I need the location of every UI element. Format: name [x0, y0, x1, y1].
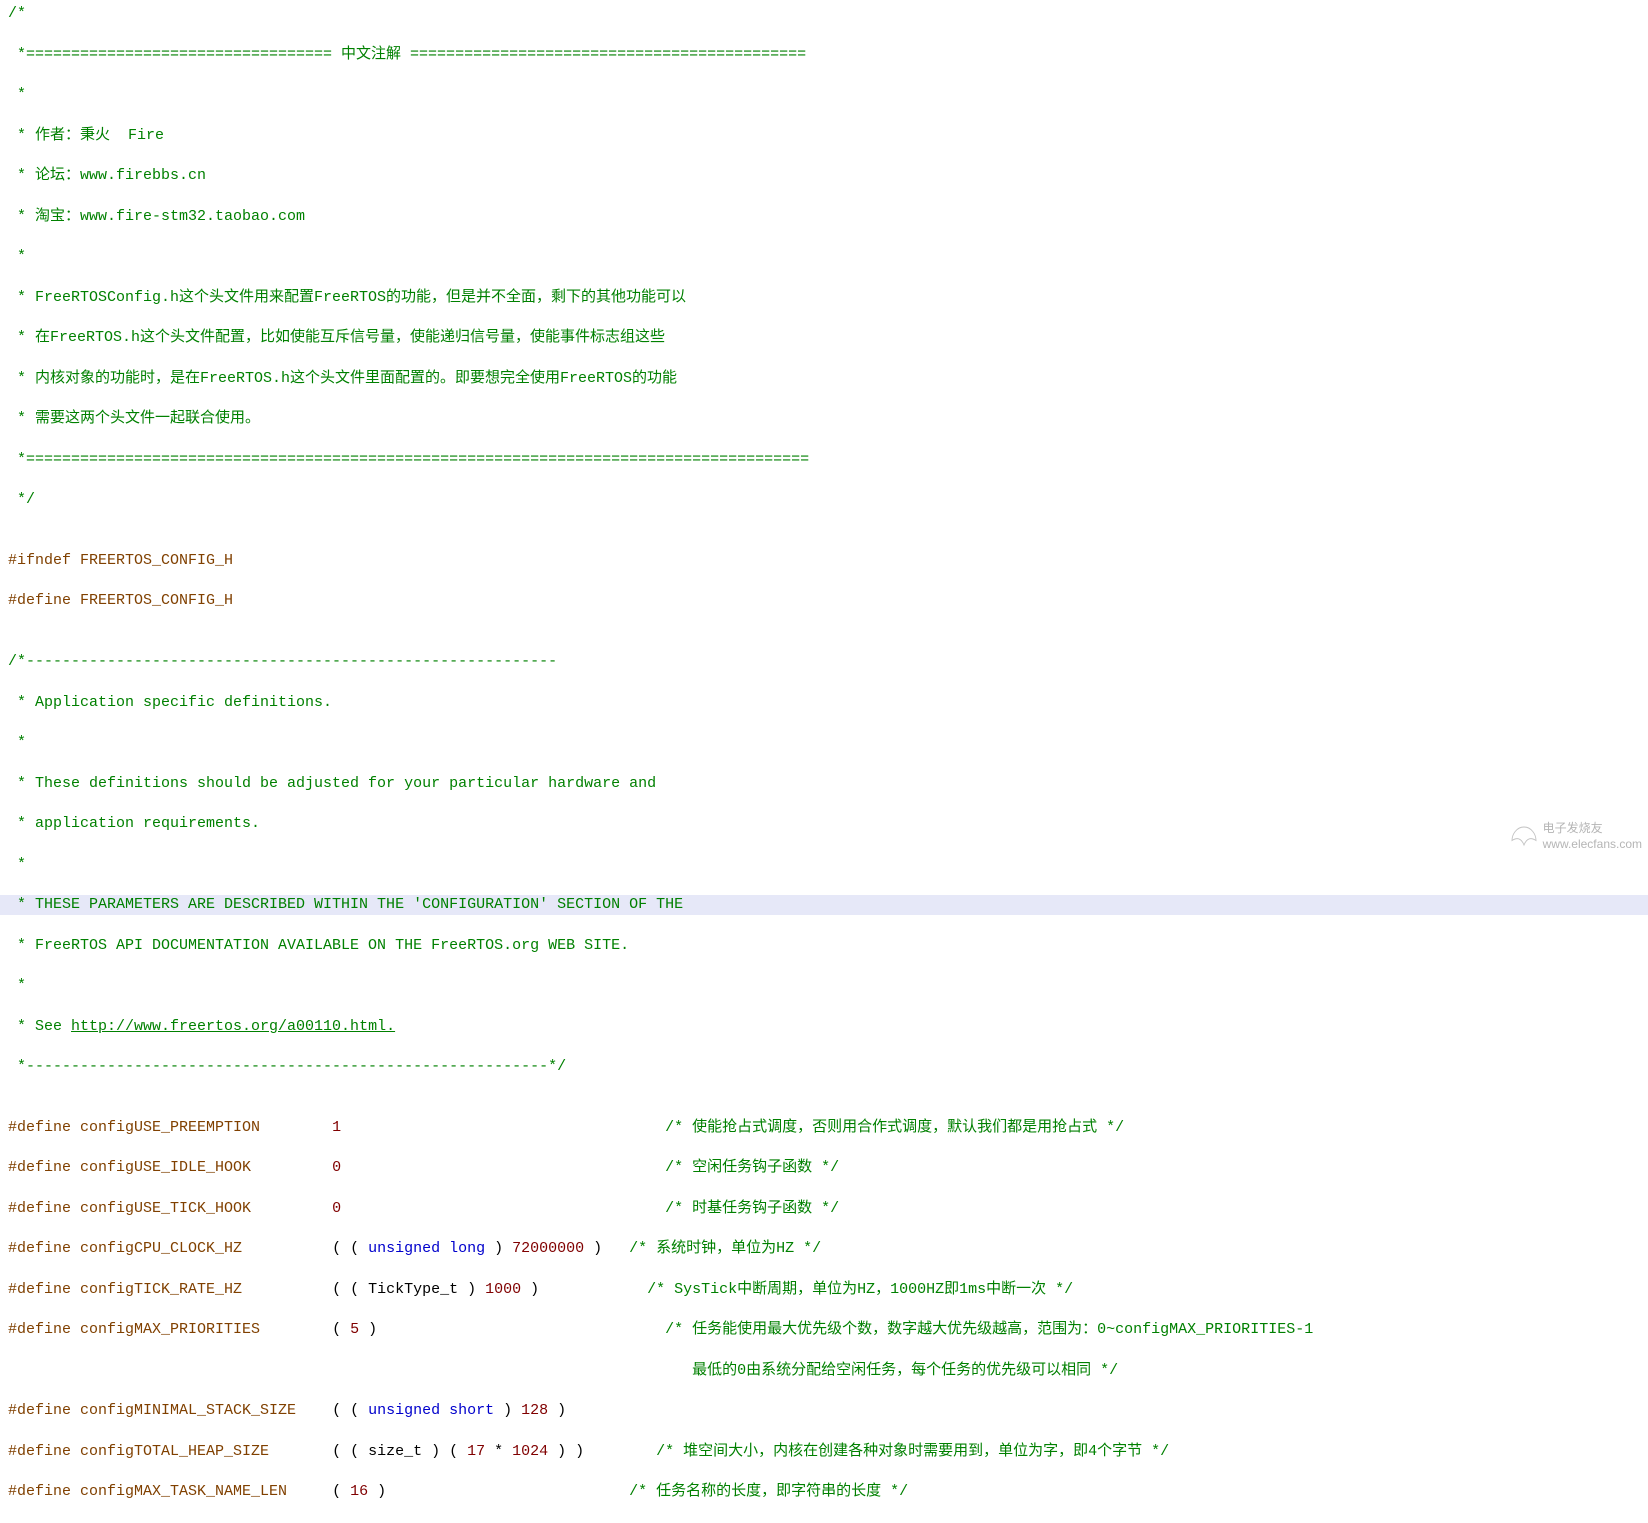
code-line: *---------------------------------------… — [0, 1057, 1648, 1077]
code-line: * THESE PARAMETERS ARE DESCRIBED WITHIN … — [0, 895, 1648, 915]
code-line: #define configTOTAL_HEAP_SIZE ( ( size_t… — [0, 1442, 1648, 1462]
code-line: #define configMAX_TASK_NAME_LEN ( 16 ) /… — [0, 1482, 1648, 1502]
code-line: * — [0, 85, 1648, 105]
code-editor-view: /* *================================== 中… — [0, 0, 1648, 1523]
code-line: * FreeRTOS API DOCUMENTATION AVAILABLE O… — [0, 936, 1648, 956]
watermark-text-2: www.elecfans.com — [1543, 836, 1642, 852]
page-watermark: 电子发烧友 www.elecfans.com — [1509, 820, 1642, 852]
code-line: * FreeRTOSConfig.h这个头文件用来配置FreeRTOS的功能，但… — [0, 288, 1648, 308]
code-line: * Application specific definitions. — [0, 693, 1648, 713]
code-line: * 需要这两个头文件一起联合使用。 — [0, 409, 1648, 429]
watermark-text-1: 电子发烧友 — [1543, 820, 1642, 836]
code-line: * — [0, 976, 1648, 996]
code-line: 最低的0由系统分配给空闲任务，每个任务的优先级可以相同 */ — [0, 1361, 1648, 1381]
code-line: #define configUSE_TICK_HOOK 0 /* 时基任务钩子函… — [0, 1199, 1648, 1219]
watermark-logo-icon — [1509, 824, 1539, 848]
code-line: * 作者：秉火 Fire — [0, 126, 1648, 146]
code-line: #define configUSE_PREEMPTION 1 /* 使能抢占式调… — [0, 1118, 1648, 1138]
code-line: * 内核对象的功能时，是在FreeRTOS.h这个头文件里面配置的。即要想完全使… — [0, 369, 1648, 389]
code-line: *=======================================… — [0, 450, 1648, 470]
code-line: * — [0, 733, 1648, 753]
code-line: * application requirements. — [0, 814, 1648, 834]
code-line: * These definitions should be adjusted f… — [0, 774, 1648, 794]
code-line: /* — [0, 4, 1648, 24]
code-line: * 淘宝：www.fire-stm32.taobao.com — [0, 207, 1648, 227]
code-line: * See http://www.freertos.org/a00110.htm… — [0, 1017, 1648, 1037]
code-line: * — [0, 247, 1648, 267]
code-line: /*--------------------------------------… — [0, 652, 1648, 672]
code-line: *================================== 中文注解… — [0, 45, 1648, 65]
code-line: #define configMINIMAL_STACK_SIZE ( ( uns… — [0, 1401, 1648, 1421]
code-line: #define configTICK_RATE_HZ ( ( TickType_… — [0, 1280, 1648, 1300]
code-line: #ifndef FREERTOS_CONFIG_H — [0, 551, 1648, 571]
code-line: #define configUSE_IDLE_HOOK 0 /* 空闲任务钩子函… — [0, 1158, 1648, 1178]
code-line: */ — [0, 490, 1648, 510]
code-line: #define configMAX_PRIORITIES ( 5 ) /* 任务… — [0, 1320, 1648, 1340]
code-line: * 在FreeRTOS.h这个头文件配置，比如使能互斥信号量，使能递归信号量，使… — [0, 328, 1648, 348]
code-line: * 论坛：www.firebbs.cn — [0, 166, 1648, 186]
code-line: #define configCPU_CLOCK_HZ ( ( unsigned … — [0, 1239, 1648, 1259]
code-line: #define FREERTOS_CONFIG_H — [0, 591, 1648, 611]
